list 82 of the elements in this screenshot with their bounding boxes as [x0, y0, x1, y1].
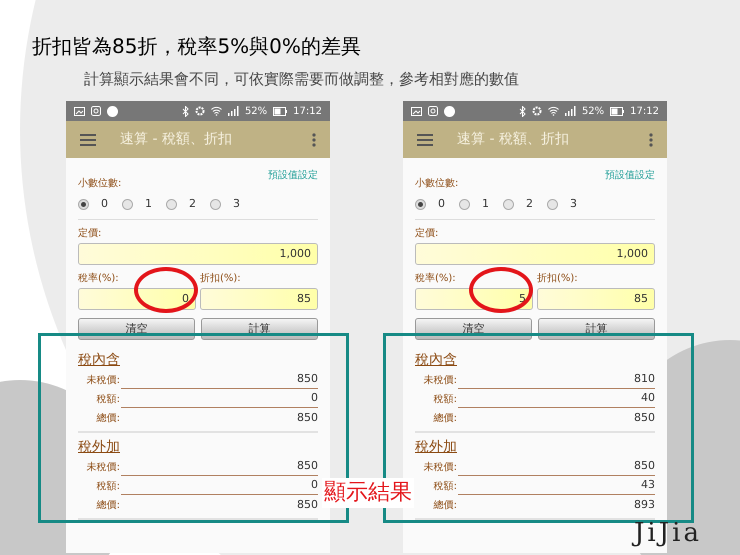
field-label: 折扣(%):: [537, 272, 579, 286]
field-label: 定價:: [78, 226, 102, 241]
image-icon: [74, 106, 85, 116]
result-value: 893: [633, 496, 655, 512]
gear-icon: [194, 106, 205, 116]
radio-option[interactable]: 3: [547, 196, 577, 212]
result-label: 稅額:: [96, 392, 120, 407]
camera-icon: [91, 106, 101, 116]
result-label: 未稅價:: [86, 374, 120, 388]
result-value: 810: [458, 370, 655, 389]
result-label: 未稅價:: [422, 460, 457, 475]
highlight-ellipse: [134, 267, 198, 313]
slide-title: 折扣皆為85折，稅率5%與0%的差異: [32, 33, 362, 59]
radio-option[interactable]: 0: [415, 196, 445, 212]
wifi-icon: [210, 106, 222, 116]
signal-icon: [228, 106, 239, 116]
section-heading: 稅外加: [415, 438, 458, 457]
result-label: 總價:: [96, 499, 120, 513]
field-label: 小數位數:: [78, 176, 122, 191]
more-icon[interactable]: [649, 132, 653, 146]
field-label: 定價:: [415, 226, 440, 241]
result-value: 850: [296, 410, 318, 426]
radio-option[interactable]: 0: [78, 196, 108, 212]
section-heading: 稅內含: [415, 351, 458, 370]
image-icon: [411, 106, 422, 116]
field-label: 小數位數:: [415, 176, 458, 191]
signal-icon: [564, 106, 576, 116]
result-label: 稅額:: [432, 392, 457, 407]
dot-icon: [444, 106, 455, 116]
result-label: 未稅價:: [86, 460, 120, 475]
result-label: 未稅價:: [422, 374, 457, 388]
radio-option[interactable]: 1: [122, 196, 152, 212]
menu-icon[interactable]: [80, 134, 96, 146]
result-value: 850: [633, 410, 655, 426]
dot-icon: [107, 106, 118, 116]
battery-icon: [273, 106, 288, 116]
input-field[interactable]: 85: [200, 288, 318, 310]
input-field[interactable]: 1,000: [78, 243, 318, 265]
input-field[interactable]: 1,000: [415, 243, 655, 265]
input-field[interactable]: 85: [537, 288, 655, 310]
wifi-icon: [548, 106, 559, 116]
bluetooth-icon: [182, 106, 189, 116]
gear-icon: [532, 106, 542, 116]
result-label: 稅額:: [96, 480, 120, 494]
menu-icon[interactable]: [417, 134, 433, 146]
battery-icon: [610, 106, 624, 116]
callout-label: 顯示結果: [322, 478, 414, 508]
result-value: 850: [458, 458, 655, 476]
result-label: 總價:: [96, 412, 120, 426]
input-field[interactable]: 0: [78, 288, 196, 310]
battery-percent: 52%: [582, 104, 604, 118]
result-label: 稅額:: [432, 480, 457, 494]
slide-subtitle: 計算顯示結果會不同，可依實際需要而做調整，參考相對應的數值: [84, 69, 520, 89]
battery-percent: 52%: [244, 104, 268, 118]
result-value: 43: [458, 476, 655, 495]
bluetooth-icon: [518, 106, 526, 116]
field-label: 稅率(%):: [78, 272, 120, 286]
app-title: 速算 - 稅額、折扣: [457, 130, 570, 149]
field-label: 稅率(%):: [415, 272, 457, 286]
radio-option[interactable]: 2: [503, 196, 533, 212]
section-heading: 稅外加: [78, 438, 121, 457]
result-label: 總價:: [432, 499, 457, 513]
result-value: 40: [458, 390, 655, 408]
section-heading: 稅內含: [78, 351, 121, 370]
radio-option[interactable]: 1: [459, 196, 489, 212]
result-value: 850: [121, 370, 318, 389]
highlight-ellipse: [469, 267, 533, 313]
app-title: 速算 - 稅額、折扣: [120, 130, 233, 149]
status-time: 17:12: [293, 104, 322, 118]
result-value: 850: [296, 496, 318, 512]
more-icon[interactable]: [312, 132, 316, 146]
camera-icon: [428, 106, 438, 116]
result-value: 850: [121, 458, 318, 476]
input-field[interactable]: 5: [415, 288, 533, 310]
result-label: 總價:: [432, 412, 457, 426]
result-value: 0: [121, 390, 318, 408]
logo: JiJia: [632, 514, 704, 552]
radio-option[interactable]: 2: [166, 196, 196, 212]
status-time: 17:12: [630, 104, 659, 118]
radio-option[interactable]: 3: [210, 196, 240, 212]
result-value: 0: [121, 476, 318, 495]
field-label: 折扣(%):: [200, 272, 242, 286]
